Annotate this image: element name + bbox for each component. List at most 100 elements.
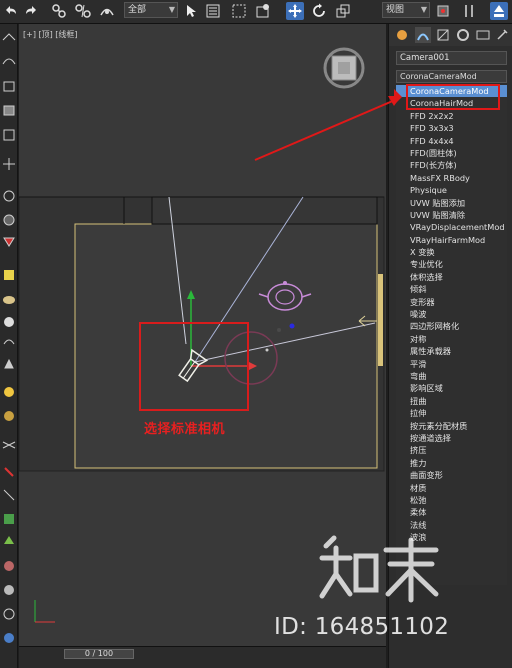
- pivot-point: [265, 348, 269, 352]
- pivot-icon[interactable]: [434, 2, 452, 20]
- watermark-id: ID: 164851102: [274, 614, 450, 640]
- modifier-list-item[interactable]: 体积选择: [396, 271, 507, 283]
- omni-light-icon: [4, 411, 14, 421]
- modifier-list-item[interactable]: 平滑: [396, 358, 507, 370]
- timeline-bar[interactable]: 0 / 100: [19, 646, 386, 668]
- modifier-list-item[interactable]: 属性承载器: [396, 345, 507, 357]
- render-tool-icon: [4, 561, 14, 571]
- modifier-list-item[interactable]: 弯曲: [396, 370, 507, 382]
- hierarchy-tab-icon[interactable]: [435, 27, 451, 43]
- plus-tool-icon: [3, 158, 15, 170]
- modifier-list-item[interactable]: 拉伸: [396, 407, 507, 419]
- modifier-list-item[interactable]: 专业优化: [396, 258, 507, 270]
- light-point: [277, 328, 281, 332]
- modifier-list-item[interactable]: 变形器: [396, 296, 507, 308]
- modifier-list-item[interactable]: 推力: [396, 457, 507, 469]
- modifier-list-item[interactable]: FFD 2x2x2: [396, 110, 507, 122]
- modifier-list-item[interactable]: VRayHairFarmMod: [396, 234, 507, 246]
- modifier-list-item[interactable]: 影响区域: [396, 382, 507, 394]
- create-tab-icon[interactable]: [394, 27, 410, 43]
- wall-block: [151, 196, 378, 225]
- chevron-down-icon: ▼: [168, 5, 175, 14]
- modify-tab-icon[interactable]: [415, 27, 431, 43]
- modifier-list-dropdown[interactable]: CoronaCameraMod: [396, 70, 507, 83]
- scale-icon[interactable]: [334, 2, 352, 20]
- modifier-list-item[interactable]: 四边形网格化: [396, 320, 507, 332]
- modifier-list-item[interactable]: 按元素分配材质: [396, 420, 507, 432]
- modifier-list-item[interactable]: Physique: [396, 184, 507, 196]
- snap-icon[interactable]: [460, 2, 478, 20]
- utility-tool-icon: [4, 633, 14, 643]
- align-icon[interactable]: [490, 2, 508, 20]
- highlight-box: [406, 84, 500, 110]
- modifier-list-item[interactable]: 对称: [396, 333, 507, 345]
- rotate-icon[interactable]: [310, 2, 328, 20]
- reference-coord-value: 视图: [386, 5, 405, 15]
- cone-tool-icon: [3, 237, 15, 247]
- modifier-list-item[interactable]: 扭曲: [396, 395, 507, 407]
- camera-highlight-box: [139, 322, 249, 411]
- main-toolbar: 全部 ▼ 视图 ▼: [0, 0, 512, 24]
- left-tool-column: [0, 24, 18, 668]
- sphere-primitive-icon: [4, 317, 14, 327]
- left-tool-icons: [2, 33, 16, 643]
- material-tool-icon: [4, 585, 14, 595]
- command-panel-tabs: [389, 24, 512, 46]
- modifier-list-item[interactable]: X 变换: [396, 246, 507, 258]
- modifier-list-item[interactable]: MassFX RBody: [396, 172, 507, 184]
- motion-tab-icon[interactable]: [455, 27, 471, 43]
- modifier-list-item[interactable]: 倾斜: [396, 283, 507, 295]
- modifier-list-item[interactable]: 噪波: [396, 308, 507, 320]
- light-tool-icon: [4, 270, 14, 280]
- modifier-list[interactable]: CoronaCameraMod CoronaHairMod FFD 2x2x2 FFD…: [396, 85, 507, 585]
- undo-icon[interactable]: [2, 2, 20, 20]
- sun-tool-icon: [4, 387, 14, 397]
- arrow-tool-icon: [2, 33, 16, 41]
- arc-tool-icon: [2, 58, 16, 65]
- time-slider[interactable]: 0 / 100: [64, 649, 134, 659]
- modifier-list-item[interactable]: 法线: [396, 519, 507, 531]
- object-name-field[interactable]: Camera001: [396, 51, 507, 65]
- modifier-list-item[interactable]: 材质: [396, 482, 507, 494]
- unlink-icon[interactable]: [74, 2, 92, 20]
- select-object-icon[interactable]: [182, 2, 200, 20]
- reference-coord-dropdown[interactable]: 视图 ▼: [382, 2, 430, 18]
- modifier-list-item[interactable]: 挤压: [396, 444, 507, 456]
- selection-filter-value: 全部: [128, 5, 147, 15]
- modifier-list-item[interactable]: 柔体: [396, 506, 507, 518]
- display-tab-icon[interactable]: [475, 27, 491, 43]
- teapot-tool-icon: [3, 296, 15, 304]
- watermark-logo: [319, 535, 439, 603]
- utilities-tab-icon[interactable]: [494, 27, 510, 43]
- select-by-name-icon[interactable]: [204, 2, 222, 20]
- link-icon[interactable]: [50, 2, 68, 20]
- sphere-tool-icon: [3, 190, 15, 202]
- system-tool-icon: [3, 489, 15, 501]
- modifier-list-item[interactable]: FFD(圆柱体): [396, 147, 507, 159]
- modifier-list-item[interactable]: FFD 3x3x3: [396, 122, 507, 134]
- light-point: [289, 323, 295, 329]
- modifier-list-item[interactable]: 曲面变形: [396, 469, 507, 481]
- selection-filter-dropdown[interactable]: 全部 ▼: [124, 2, 178, 18]
- modifier-list-item[interactable]: 松弛: [396, 494, 507, 506]
- modifier-list-item[interactable]: FFD(长方体): [396, 159, 507, 171]
- annotation-label: 选择标准相机: [144, 422, 226, 437]
- foliage-tool-icon: [4, 536, 14, 544]
- modifier-list-item[interactable]: UVW 贴图添加: [396, 197, 507, 209]
- move-icon[interactable]: [286, 2, 304, 20]
- panel-tool-icon: [3, 105, 15, 116]
- window-crossing-icon[interactable]: [254, 2, 272, 20]
- modifier-list-item[interactable]: FFD 4x4x4: [396, 135, 507, 147]
- modifier-list-item[interactable]: VRayDisplacementMod: [396, 221, 507, 233]
- tube-tool-icon: [3, 339, 15, 345]
- bind-spacewarp-icon[interactable]: [98, 2, 116, 20]
- modifier-list-item[interactable]: UVW 贴图清除: [396, 209, 507, 221]
- viewcube-icon: [323, 47, 365, 89]
- torus-tool-icon: [3, 214, 15, 226]
- box-tool-icon: [3, 81, 15, 92]
- modifier-list-item[interactable]: 按通道选择: [396, 432, 507, 444]
- rect-region-icon[interactable]: [230, 2, 248, 20]
- plant-tool-icon: [4, 514, 14, 524]
- chevron-down-icon: ▼: [420, 5, 427, 14]
- redo-icon[interactable]: [22, 2, 40, 20]
